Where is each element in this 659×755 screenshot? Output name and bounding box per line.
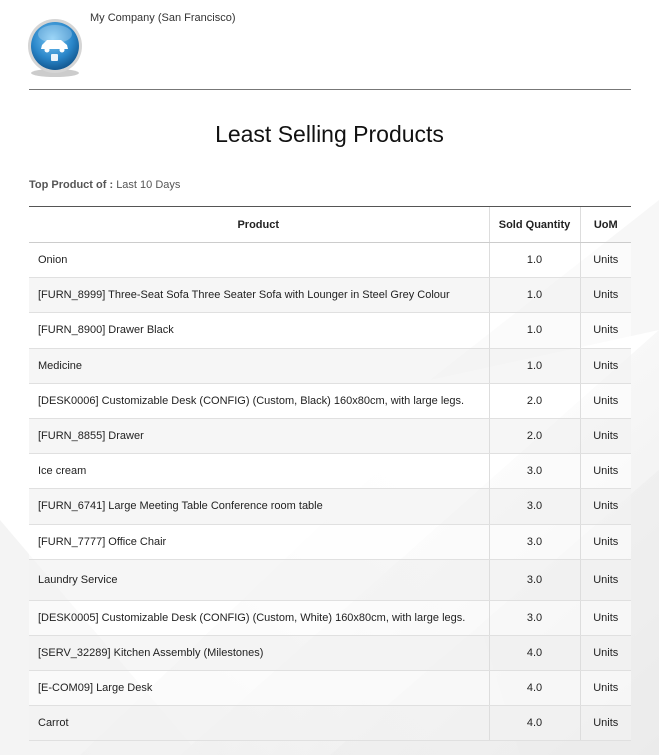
sold-quantity-cell: 1.0	[488, 277, 580, 314]
product-cell: [DESK0005] Customizable Desk (CONFIG) (C…	[29, 600, 489, 636]
filter-value: Last 10 Days	[116, 179, 181, 191]
product-cell: [FURN_8999] Three-Seat Sofa Three Seater…	[29, 277, 489, 314]
table-row: [SERV_32289] Kitchen Assembly (Milestone…	[29, 635, 631, 672]
uom-cell: Units	[579, 418, 631, 455]
sold-quantity-cell: 1.0	[488, 242, 580, 279]
table-row: [FURN_8999] Three-Seat Sofa Three Seater…	[29, 277, 631, 314]
product-cell: [SERV_32289] Kitchen Assembly (Milestone…	[29, 635, 489, 672]
company-name: My Company (San Francisco)	[90, 12, 236, 24]
sold-quantity-cell: 4.0	[488, 635, 580, 672]
table-row: Carrot 4.0 Units	[29, 705, 631, 742]
sold-quantity-cell: 1.0	[488, 312, 580, 349]
table-row: [FURN_6741] Large Meeting Table Conferen…	[29, 488, 631, 525]
report-header: My Company (San Francisco)	[28, 0, 631, 90]
sold-quantity-cell: 2.0	[488, 418, 580, 455]
table-row: [FURN_8900] Drawer Black 1.0 Units	[29, 312, 631, 349]
sold-quantity-cell: 4.0	[488, 705, 580, 742]
uom-cell: Units	[579, 600, 631, 636]
uom-cell: Units	[579, 242, 631, 279]
table-row: Ice cream 3.0 Units	[29, 453, 631, 490]
column-header-product: Product	[29, 206, 489, 243]
product-cell: Ice cream	[29, 453, 489, 490]
sold-quantity-cell: 1.0	[488, 348, 580, 384]
sold-quantity-cell: 3.0	[488, 600, 580, 636]
sold-quantity-cell: 2.0	[488, 383, 580, 419]
product-cell: [FURN_8900] Drawer Black	[29, 312, 489, 349]
uom-cell: Units	[579, 705, 631, 742]
column-header-uom: UoM	[579, 206, 631, 243]
table-row: [DESK0006] Customizable Desk (CONFIG) (C…	[29, 383, 631, 419]
uom-cell: Units	[579, 524, 631, 560]
product-cell: [FURN_7777] Office Chair	[29, 524, 489, 560]
uom-cell: Units	[579, 277, 631, 314]
product-cell: [FURN_8855] Drawer	[29, 418, 489, 455]
product-cell: [FURN_6741] Large Meeting Table Conferen…	[29, 488, 489, 525]
uom-cell: Units	[579, 453, 631, 490]
uom-cell: Units	[579, 348, 631, 384]
product-cell: Laundry Service	[29, 559, 489, 601]
report-filter: Top Product of : Last 10 Days	[29, 174, 659, 206]
uom-cell: Units	[579, 670, 631, 707]
product-cell: Medicine	[29, 348, 489, 384]
company-logo	[28, 19, 82, 77]
table-row: [FURN_8855] Drawer 2.0 Units	[29, 418, 631, 455]
sold-quantity-cell: 4.0	[488, 670, 580, 707]
sold-quantity-cell: 3.0	[488, 524, 580, 560]
sold-quantity-cell: 3.0	[488, 488, 580, 525]
table-body: Onion 1.0 Units [FURN_8999] Three-Seat Sofa…	[29, 242, 631, 742]
table-row: Onion 1.0 Units	[29, 242, 631, 279]
uom-cell: Units	[579, 559, 631, 601]
table-row: [DESK0005] Customizable Desk (CONFIG) (C…	[29, 600, 631, 636]
sold-quantity-cell: 3.0	[488, 559, 580, 601]
table-row: Laundry Service 3.0 Units	[29, 559, 631, 601]
uom-cell: Units	[579, 635, 631, 672]
uom-cell: Units	[579, 383, 631, 419]
table-row: [E-COM09] Large Desk 4.0 Units	[29, 670, 631, 707]
column-header-sold-quantity: Sold Quantity	[488, 206, 580, 243]
filter-label: Top Product of :	[29, 179, 114, 191]
report-title: Least Selling Products	[215, 121, 444, 147]
product-cell: [E-COM09] Large Desk	[29, 670, 489, 707]
table-row: [FURN_7777] Office Chair 3.0 Units	[29, 524, 631, 560]
table-header-row: Product Sold Quantity UoM	[29, 206, 631, 243]
least-selling-table: Product Sold Quantity UoM Onion 1.0 Units[…	[29, 206, 631, 742]
table-row: Medicine 1.0 Units	[29, 348, 631, 384]
report-page: My Company (San Francisco) Least Selling…	[0, 0, 659, 755]
uom-cell: Units	[579, 488, 631, 525]
product-cell: Onion	[29, 242, 489, 279]
product-cell: Carrot	[29, 705, 489, 742]
uom-cell: Units	[579, 312, 631, 349]
sold-quantity-cell: 3.0	[488, 453, 580, 490]
product-cell: [DESK0006] Customizable Desk (CONFIG) (C…	[29, 383, 489, 419]
